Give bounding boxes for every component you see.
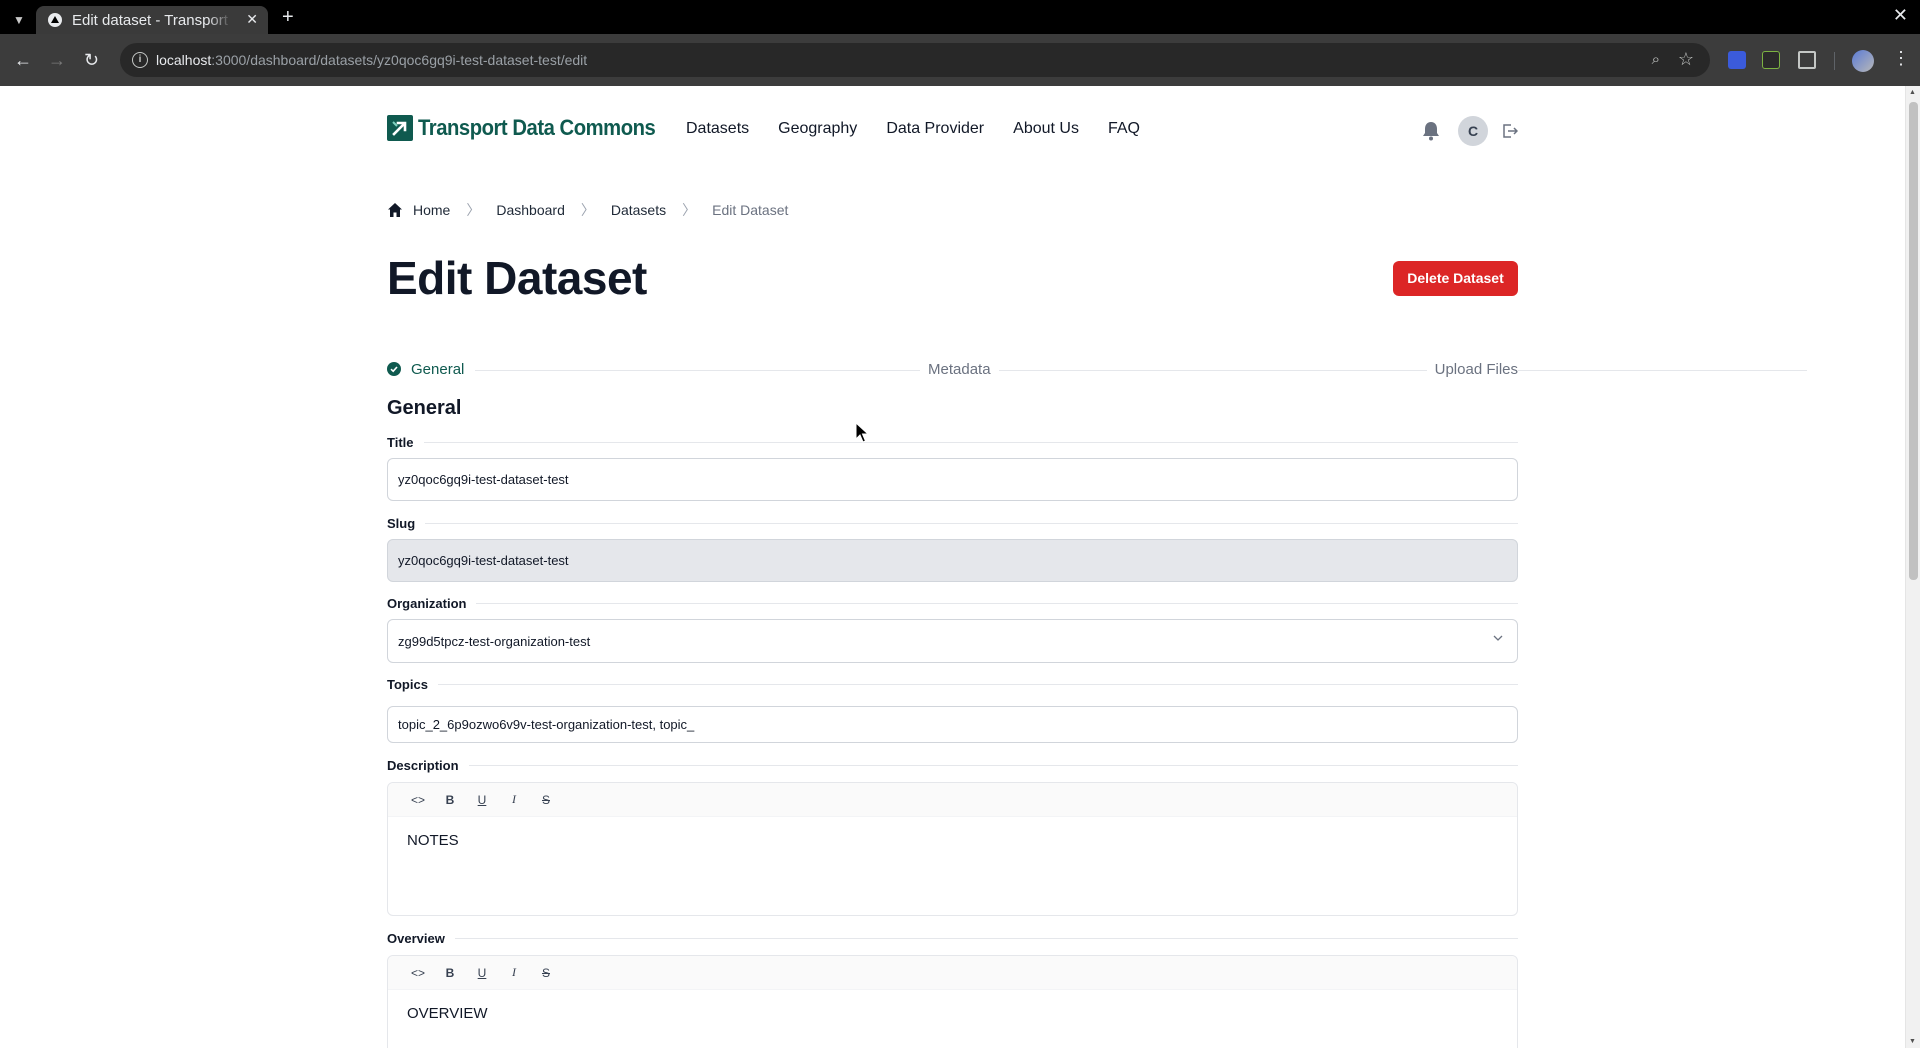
nav-faq[interactable]: FAQ [1108, 120, 1140, 138]
main-nav: Datasets Geography Data Provider About U… [686, 120, 1169, 138]
stepper-line [997, 370, 1807, 371]
page-viewport: Transport Data Commons Datasets Geograph… [0, 86, 1920, 1048]
editor-toolbar: <> B U I S [388, 783, 1517, 817]
browser-tab-bar: ▼ Edit dataset - Transport Data Commons … [0, 0, 1920, 34]
chevron-right-icon: 〉 [580, 202, 595, 218]
breadcrumb-current: Edit Dataset [712, 202, 789, 218]
chevron-right-icon: 〉 [682, 202, 697, 218]
form-stepper: General Metadata Upload Files [387, 361, 1807, 381]
overview-editor[interactable]: <> B U I S OVERVIEW [387, 955, 1518, 1048]
browser-menu-icon[interactable]: ⋮ [1892, 48, 1910, 68]
browser-toolbar: ← → ↻ i localhost:3000/dashboard/dataset… [0, 34, 1920, 86]
strikethrough-icon[interactable]: S [536, 790, 556, 810]
check-circle-icon [387, 362, 401, 376]
logo-mark-icon [387, 115, 413, 141]
nav-data-provider[interactable]: Data Provider [886, 120, 984, 138]
breadcrumb-home[interactable]: Home [413, 202, 450, 218]
code-icon[interactable]: <> [408, 963, 428, 983]
logo-text: Transport Data Commons [418, 115, 656, 140]
extensions-puzzle-icon[interactable] [1798, 51, 1816, 69]
section-title: General [387, 397, 462, 419]
step-upload-label: Upload Files [1434, 361, 1518, 378]
browser-tab[interactable]: Edit dataset - Transport Data Commons ✕ [36, 6, 268, 34]
header-actions: C [1422, 116, 1518, 146]
forward-icon[interactable]: → [48, 50, 66, 70]
italic-icon[interactable]: I [504, 963, 524, 983]
chevron-right-icon: 〉 [466, 202, 481, 218]
tab-search-icon[interactable]: ▼ [8, 9, 30, 31]
zoom-icon[interactable]: ⌕ [1652, 51, 1660, 68]
site-info-icon[interactable]: i [132, 52, 148, 68]
underline-icon[interactable]: U [472, 790, 492, 810]
strikethrough-icon[interactable]: S [536, 963, 556, 983]
favicon-icon [48, 13, 62, 27]
url-text[interactable]: localhost:3000/dashboard/datasets/yz0qoc… [156, 52, 587, 68]
step-metadata-label: Metadata [928, 361, 991, 378]
code-icon[interactable]: <> [408, 790, 428, 810]
window-close-icon[interactable]: ✕ [1893, 5, 1908, 26]
bold-icon[interactable]: B [440, 790, 460, 810]
breadcrumb: Home 〉 Dashboard 〉 Datasets 〉 Edit Datas… [387, 200, 788, 220]
slug-label: Slug [387, 516, 1518, 531]
nav-geography[interactable]: Geography [778, 120, 857, 138]
site-logo[interactable]: Transport Data Commons [387, 115, 676, 141]
step-upload-files[interactable]: Upload Files [1426, 361, 1518, 378]
extension-graph-icon[interactable] [1762, 51, 1780, 69]
scroll-thumb[interactable] [1909, 102, 1918, 580]
profile-avatar-icon[interactable] [1852, 50, 1874, 72]
page-scrollbar[interactable]: ▲ ▼ [1905, 86, 1920, 1048]
slug-input: yz0qoc6gq9i-test-dataset-test [387, 539, 1518, 582]
bold-icon[interactable]: B [440, 963, 460, 983]
reload-icon[interactable]: ↻ [84, 50, 99, 70]
user-avatar[interactable]: C [1458, 116, 1488, 146]
italic-icon[interactable]: I [504, 790, 524, 810]
breadcrumb-datasets[interactable]: Datasets [611, 202, 666, 218]
step-general-label: General [411, 361, 465, 378]
scroll-up-icon[interactable]: ▲ [1909, 89, 1916, 96]
underline-icon[interactable]: U [472, 963, 492, 983]
bookmark-star-icon[interactable]: ☆ [1678, 49, 1694, 70]
organization-value: zg99d5tpcz-test-organization-test [398, 633, 591, 649]
notification-bell-icon[interactable] [1422, 121, 1440, 141]
overview-label: Overview [387, 931, 1518, 946]
description-editor[interactable]: <> B U I S NOTES [387, 782, 1518, 916]
nav-datasets[interactable]: Datasets [686, 120, 749, 138]
step-metadata[interactable]: Metadata [920, 361, 999, 378]
title-label: Title [387, 435, 1518, 450]
organization-select[interactable]: zg99d5tpcz-test-organization-test [387, 619, 1518, 663]
address-bar[interactable]: i localhost:3000/dashboard/datasets/yz0q… [120, 43, 1710, 77]
step-general[interactable]: General [387, 361, 465, 378]
scroll-down-icon[interactable]: ▼ [1909, 1038, 1916, 1045]
mouse-cursor-icon [855, 422, 869, 443]
organization-label: Organization [387, 596, 1518, 611]
nav-about-us[interactable]: About Us [1013, 120, 1079, 138]
tab-close-icon[interactable]: ✕ [246, 11, 258, 28]
page-title: Edit Dataset [387, 252, 647, 304]
chevron-down-icon [1493, 635, 1503, 641]
title-input[interactable]: yz0qoc6gq9i-test-dataset-test [387, 458, 1518, 501]
editor-toolbar: <> B U I S [388, 956, 1517, 990]
logout-icon[interactable] [1502, 123, 1518, 139]
description-text[interactable]: NOTES [388, 817, 1517, 849]
toolbar-divider [1834, 52, 1835, 70]
back-icon[interactable]: ← [14, 50, 32, 70]
topics-input[interactable]: topic_2_6p9ozwo6v9v-test-organization-te… [387, 706, 1518, 743]
breadcrumb-dashboard[interactable]: Dashboard [496, 202, 565, 218]
overview-text[interactable]: OVERVIEW [388, 990, 1517, 1022]
topics-label: Topics [387, 677, 1518, 692]
extension-shield-icon[interactable] [1728, 51, 1746, 69]
description-label: Description [387, 758, 1518, 773]
tab-title: Edit dataset - Transport Data Commons [72, 12, 232, 29]
delete-dataset-button[interactable]: Delete Dataset [1393, 261, 1518, 296]
new-tab-icon[interactable]: + [282, 6, 294, 29]
home-icon[interactable] [387, 202, 403, 218]
